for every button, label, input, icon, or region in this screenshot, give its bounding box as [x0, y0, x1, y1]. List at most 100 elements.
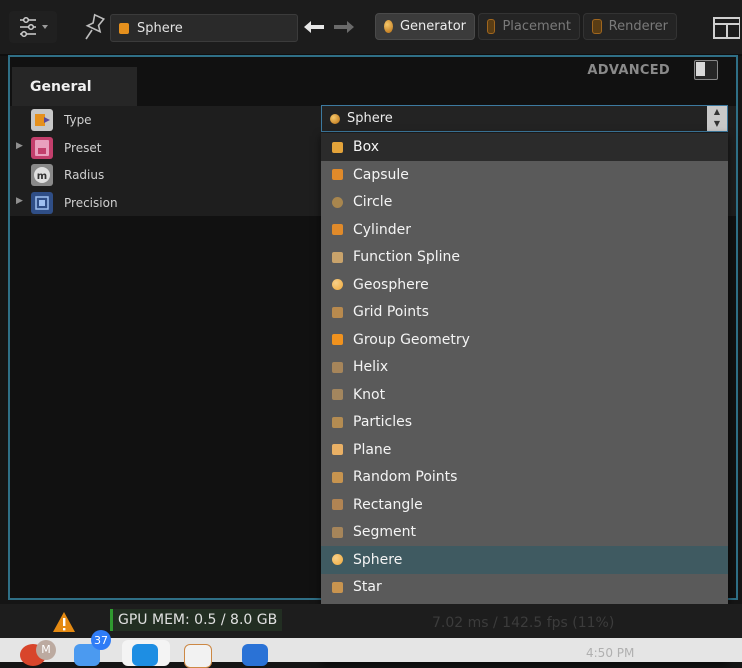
- dropdown-item-capsule[interactable]: Capsule: [321, 161, 728, 189]
- dropdown-item-label: Grid Points: [353, 304, 429, 321]
- dropdown-item-label: Rectangle: [353, 496, 423, 513]
- property-label: Radius: [64, 168, 105, 182]
- star-icon: [332, 581, 343, 593]
- generator-icon: [384, 20, 393, 33]
- dropdown-item-segment[interactable]: Segment: [321, 519, 728, 547]
- object-name-field[interactable]: Sphere: [110, 14, 298, 42]
- app-dock-icon[interactable]: [132, 644, 158, 666]
- sliders-icon: [20, 16, 48, 38]
- select-stepper-icon[interactable]: ▲ ▼: [707, 106, 727, 131]
- type-select[interactable]: Sphere ▲ ▼: [321, 105, 728, 132]
- settings-menu-button[interactable]: [9, 11, 57, 43]
- advanced-toggle[interactable]: [694, 60, 718, 80]
- arrow-left-icon: [304, 21, 324, 33]
- notification-badge: 37: [91, 630, 111, 650]
- pin-icon: [85, 13, 106, 40]
- dropdown-item-rectangle[interactable]: Rectangle: [321, 491, 728, 519]
- dropdown-item-label: Knot: [353, 386, 386, 403]
- tab-generator[interactable]: Generator: [375, 13, 475, 40]
- calendar-dock-icon[interactable]: [184, 644, 212, 668]
- fps-readout: 7.02 ms / 142.5 fps (11%): [432, 615, 615, 631]
- clock-ghost: 4:50 PM: [586, 646, 635, 660]
- sphere-icon: [330, 113, 340, 124]
- property-label: Precision: [64, 196, 118, 210]
- advanced-label: ADVANCED: [587, 63, 670, 78]
- dropdown-item-label: Group Geometry: [353, 331, 470, 348]
- box-icon: [332, 141, 343, 153]
- expand-arrow-icon[interactable]: ▶: [16, 196, 23, 206]
- capsule-icon: [332, 169, 343, 181]
- warning-icon[interactable]: [52, 611, 76, 633]
- group-geometry-icon: [332, 334, 343, 346]
- dropdown-item-label: Sphere: [353, 551, 403, 568]
- sphere-icon: [332, 554, 343, 566]
- type-dropdown-list: Box Capsule Circle Cylinder Function Spline G…: [321, 133, 728, 662]
- dropdown-item-geosphere[interactable]: Geosphere: [321, 271, 728, 299]
- helix-icon: [332, 361, 343, 373]
- status-bar: GPU MEM: 0.5 / 8.0 GB 7.02 ms / 142.5 fp…: [0, 604, 742, 638]
- property-label: Type: [64, 113, 92, 127]
- dropdown-item-box[interactable]: Box: [321, 133, 728, 161]
- dropdown-item-grid-points[interactable]: Grid Points: [321, 299, 728, 327]
- section-tab-label: General: [30, 79, 92, 95]
- svg-text:m: m: [37, 171, 47, 182]
- dropdown-item-label: Segment: [353, 524, 416, 541]
- gpu-memory-readout: GPU MEM: 0.5 / 8.0 GB: [110, 609, 283, 631]
- dropdown-item-label: Geosphere: [353, 276, 429, 293]
- grid-points-icon: [332, 306, 343, 318]
- tab-placement[interactable]: Placement: [478, 13, 580, 40]
- history-back-button[interactable]: [302, 16, 326, 38]
- dropdown-item-label: Function Spline: [353, 249, 461, 266]
- placement-icon: [487, 19, 496, 34]
- object-name-label: Sphere: [137, 20, 183, 36]
- preset-icon: [31, 137, 53, 159]
- window-layout-icon: [713, 17, 740, 39]
- history-forward-button[interactable]: [332, 16, 356, 38]
- dropdown-item-helix[interactable]: Helix: [321, 354, 728, 382]
- function-spline-icon: [332, 251, 343, 263]
- dropdown-item-label: Random Points: [353, 469, 458, 486]
- tab-placement-label: Placement: [502, 19, 571, 34]
- layout-button[interactable]: [708, 12, 742, 44]
- precision-icon: [31, 192, 53, 214]
- dropdown-item-label: Helix: [353, 359, 389, 376]
- dropdown-item-random-points[interactable]: Random Points: [321, 464, 728, 492]
- circle-icon: [332, 196, 343, 208]
- type-select-value: Sphere: [347, 111, 393, 126]
- property-label: Preset: [64, 141, 102, 155]
- top-toolbar: Sphere Generator Placement Renderer: [0, 0, 742, 56]
- dropdown-item-label: Capsule: [353, 166, 409, 183]
- rectangle-icon: [332, 499, 343, 511]
- dropdown-item-star[interactable]: Star: [321, 574, 728, 602]
- dropdown-item-label: Box: [353, 139, 380, 155]
- dropdown-item-label: Circle: [353, 194, 393, 211]
- sphere-object-icon: [119, 22, 129, 34]
- finder-dock-icon[interactable]: [242, 644, 268, 666]
- particles-icon: [332, 416, 343, 428]
- pin-button[interactable]: [80, 10, 110, 44]
- dropdown-item-knot[interactable]: Knot: [321, 381, 728, 409]
- radius-icon: m: [31, 164, 53, 186]
- dropdown-item-group-geometry[interactable]: Group Geometry: [321, 326, 728, 354]
- dropdown-item-function-spline[interactable]: Function Spline: [321, 244, 728, 272]
- dropdown-item-circle[interactable]: Circle: [321, 189, 728, 217]
- section-tab-general[interactable]: General: [12, 67, 137, 107]
- dropdown-item-particles[interactable]: Particles: [321, 409, 728, 437]
- renderer-icon: [592, 19, 602, 34]
- dropdown-item-label: Particles: [353, 414, 413, 431]
- dropdown-item-plane[interactable]: Plane: [321, 436, 728, 464]
- avatar: M: [36, 640, 56, 660]
- type-icon: [31, 109, 53, 131]
- dropdown-item-sphere[interactable]: Sphere: [321, 546, 728, 574]
- dropdown-item-label: Star: [353, 579, 382, 596]
- dropdown-item-cylinder[interactable]: Cylinder: [321, 216, 728, 244]
- expand-arrow-icon[interactable]: ▶: [16, 141, 23, 151]
- tab-renderer-label: Renderer: [608, 19, 668, 34]
- dropdown-item-label: Cylinder: [353, 221, 411, 238]
- segment-icon: [332, 526, 343, 538]
- tab-generator-label: Generator: [399, 19, 466, 34]
- os-dock: M 37 4:50 PM: [0, 630, 742, 668]
- dropdown-item-label: Plane: [353, 441, 392, 458]
- geosphere-icon: [332, 279, 343, 291]
- tab-renderer[interactable]: Renderer: [583, 13, 677, 40]
